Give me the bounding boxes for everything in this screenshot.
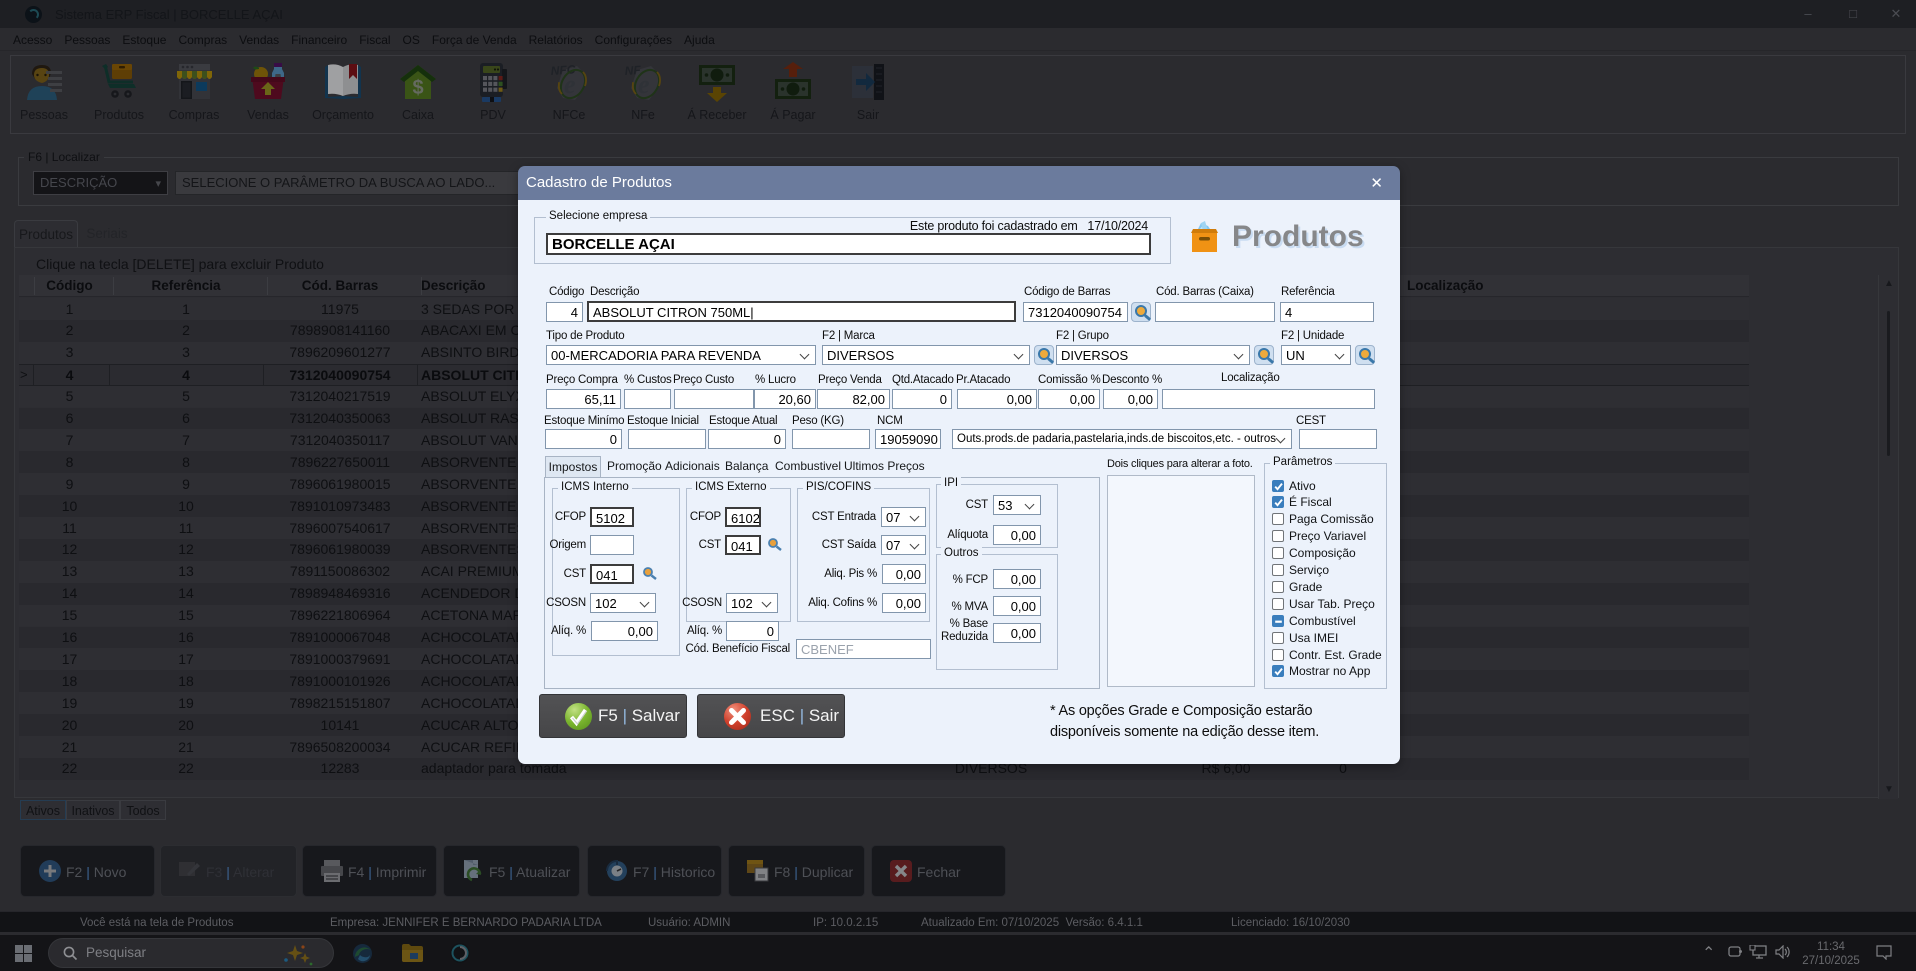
svg-text:e: e [564,70,576,99]
svg-text:e: e [638,70,650,99]
svg-text:$: $ [412,77,423,99]
